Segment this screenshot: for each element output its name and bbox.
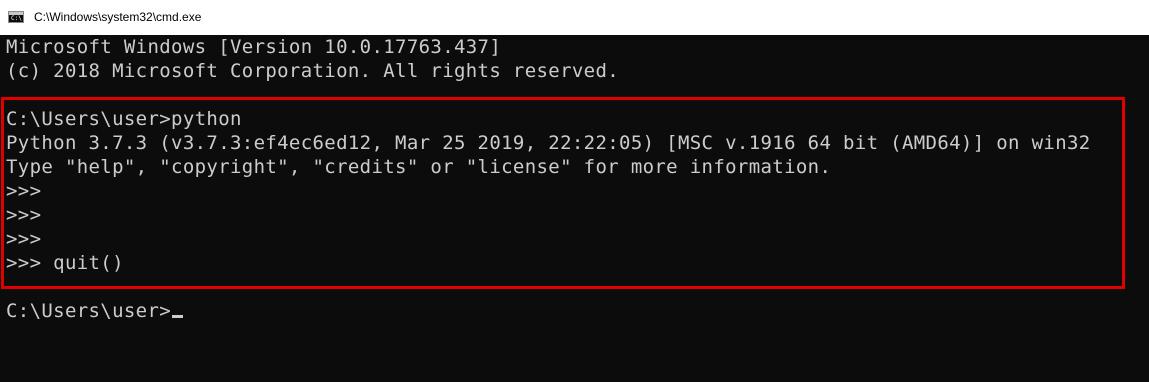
highlight-annotation-box: [1, 97, 1125, 289]
text-cursor: [172, 315, 184, 318]
cmd-console-icon[interactable]: C:\: [8, 11, 24, 23]
window-title: C:\Windows\system32\cmd.exe: [34, 10, 202, 24]
title-bar[interactable]: C:\ C:\Windows\system32\cmd.exe: [0, 0, 1149, 35]
console-area[interactable]: Microsoft Windows [Version 10.0.17763.43…: [0, 35, 1149, 382]
icon-prompt-text: C:\: [11, 15, 22, 22]
console-line-current-prompt[interactable]: C:\Users\user>: [6, 299, 184, 323]
console-line-version: Microsoft Windows [Version 10.0.17763.43…: [6, 36, 502, 58]
current-prompt-text: C:\Users\user>: [6, 300, 172, 322]
console-line-copyright: (c) 2018 Microsoft Corporation. All righ…: [6, 60, 620, 82]
cmd-window: C:\ C:\Windows\system32\cmd.exe Microsof…: [0, 0, 1149, 382]
